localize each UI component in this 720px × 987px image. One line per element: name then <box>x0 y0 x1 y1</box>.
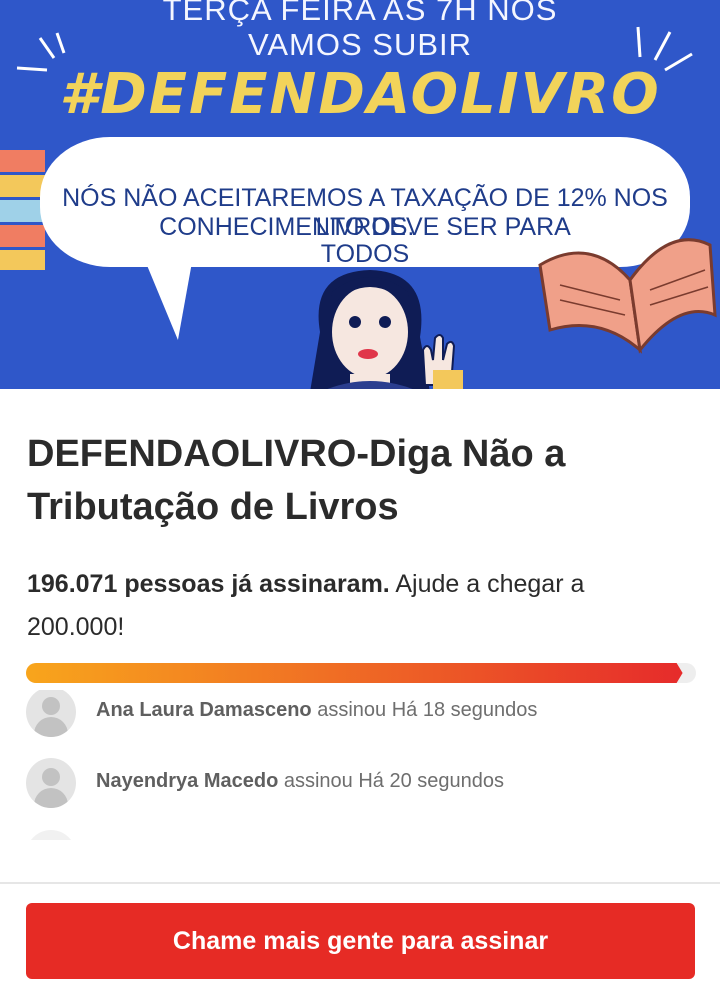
open-book-icon <box>538 238 717 354</box>
signer-row: Ana Laura Damasceno assinou Há 18 segund… <box>26 690 706 739</box>
signer-action: assinou <box>283 770 353 792</box>
banner-line-1: TERÇA FEIRA AS 7H NOS <box>162 0 558 27</box>
signer-text: Nayendrya Macedo assinou Há 20 segundos <box>96 770 504 793</box>
signer-time: Há 18 segundos <box>391 699 538 721</box>
banner-hashtag: #DEFENDAOLIVRO <box>59 62 661 127</box>
petition-title: DEFENDAOLIVRO-Diga Não a Tributação de L… <box>27 433 566 528</box>
signer-time: Há 20 segundos <box>358 770 505 792</box>
avatar <box>26 758 76 808</box>
avatar <box>26 830 76 840</box>
footer-divider <box>0 882 720 884</box>
share-petition-button[interactable]: Chame mais gente para assinar <box>26 903 695 979</box>
waving-hand-icon <box>421 334 463 389</box>
banner-line-2: VAMOS SUBIR <box>247 27 473 62</box>
signer-name: Ana Laura Damasceno <box>96 699 312 721</box>
signed-count: 196.071 pessoas já assinaram. <box>27 570 390 598</box>
signature-progress-bar <box>26 663 696 683</box>
signature-stats: 196.071 pessoas já assinaram. Ajude a ch… <box>27 563 687 649</box>
recent-signers-list: Ana Laura Damasceno assinou Há 18 segund… <box>0 690 720 840</box>
signer-name: Nayendrya Macedo <box>96 770 279 792</box>
signer-action: assinou <box>317 699 387 721</box>
petition-banner-image: TERÇA FEIRA AS 7H NOS VAMOS SUBIR #DEFEN… <box>0 0 720 389</box>
signer-text: Ana Laura Damasceno assinou Há 18 segund… <box>96 699 537 722</box>
signer-row: Nayendrya Macedo assinou Há 20 segundos <box>26 758 706 810</box>
avatar <box>26 690 76 737</box>
progress-fill <box>26 663 683 683</box>
signer-row-partial <box>26 830 706 840</box>
